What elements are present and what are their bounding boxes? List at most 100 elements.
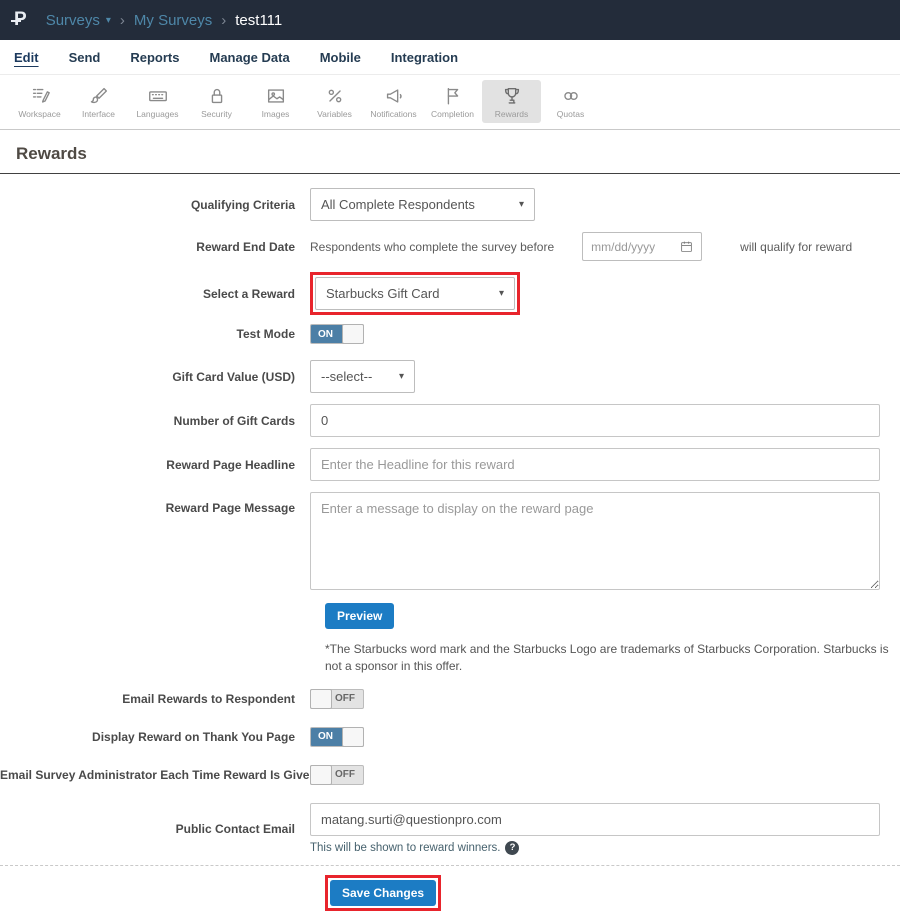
qualifying-criteria-row: Qualifying Criteria All Complete Respond… bbox=[0, 188, 900, 221]
workspace-icon bbox=[29, 85, 51, 107]
main-nav: Edit Send Reports Manage Data Mobile Int… bbox=[0, 40, 900, 75]
toolbar-item-workspace[interactable]: Workspace bbox=[10, 80, 69, 123]
select-reward-select[interactable]: Starbucks Gift Card ▾ bbox=[315, 277, 515, 310]
variables-icon bbox=[324, 85, 346, 107]
email-rewards-toggle[interactable]: OFF bbox=[310, 689, 364, 709]
toolbar-item-rewards[interactable]: Rewards bbox=[482, 80, 541, 123]
chevron-down-icon: ▾ bbox=[399, 371, 404, 382]
preview-row: Preview *The Starbucks word mark and the… bbox=[325, 603, 900, 675]
end-date-input[interactable]: mm/dd/yyyy bbox=[582, 232, 702, 261]
rewards-trophy-icon bbox=[501, 85, 523, 107]
starbucks-disclaimer: *The Starbucks word mark and the Starbuc… bbox=[325, 641, 900, 675]
helper-text: This will be shown to reward winners. bbox=[310, 842, 500, 854]
highlight-box: Save Changes bbox=[325, 875, 441, 911]
public-email-helper: This will be shown to reward winners. ? bbox=[310, 841, 880, 855]
gift-card-value-row: Gift Card Value (USD) --select-- ▾ bbox=[0, 360, 900, 393]
toolbar-item-label: Images bbox=[262, 109, 290, 119]
save-changes-button[interactable]: Save Changes bbox=[330, 880, 436, 906]
toolbar-item-label: Workspace bbox=[18, 109, 60, 119]
tab-edit[interactable]: Edit bbox=[14, 50, 39, 65]
toggle-knob bbox=[310, 765, 332, 785]
help-icon[interactable]: ? bbox=[505, 841, 519, 855]
end-date-suffix-text: will qualify for reward bbox=[740, 240, 852, 254]
edit-toolbar: Workspace Interface Languages Security I… bbox=[0, 75, 900, 130]
toggle-state-label: ON bbox=[318, 731, 333, 742]
gift-card-value-select[interactable]: --select-- ▾ bbox=[310, 360, 415, 393]
reward-page-message-textarea[interactable] bbox=[310, 492, 880, 590]
calendar-icon bbox=[680, 240, 693, 253]
select-reward-label: Select a Reward bbox=[0, 287, 310, 301]
toolbar-item-security[interactable]: Security bbox=[187, 80, 246, 123]
toolbar-item-notifications[interactable]: Notifications bbox=[364, 80, 423, 123]
security-icon bbox=[206, 85, 228, 107]
toolbar-item-interface[interactable]: Interface bbox=[69, 80, 128, 123]
toolbar-item-label: Variables bbox=[317, 109, 352, 119]
display-reward-toggle[interactable]: ON bbox=[310, 727, 364, 747]
number-of-gift-cards-input[interactable] bbox=[310, 404, 880, 437]
public-contact-email-row: Public Contact Email This will be shown … bbox=[0, 803, 900, 855]
toggle-state-label: OFF bbox=[335, 693, 355, 704]
toggle-state-label: ON bbox=[318, 329, 333, 340]
qualifying-criteria-label: Qualifying Criteria bbox=[0, 198, 310, 212]
end-date-prefix-text: Respondents who complete the survey befo… bbox=[310, 240, 554, 254]
email-rewards-label: Email Rewards to Respondent bbox=[0, 692, 310, 706]
toolbar-item-label: Rewards bbox=[495, 109, 529, 119]
save-row: Save Changes bbox=[325, 875, 900, 911]
toggle-knob bbox=[342, 324, 364, 344]
toolbar-item-quotas[interactable]: Quotas bbox=[541, 80, 600, 123]
reward-page-headline-label: Reward Page Headline bbox=[0, 458, 310, 472]
breadcrumb-separator: › bbox=[221, 12, 226, 29]
page-title: Rewards bbox=[16, 144, 900, 164]
reward-end-date-row: Reward End Date Respondents who complete… bbox=[0, 232, 900, 261]
email-admin-toggle[interactable]: OFF bbox=[310, 765, 364, 785]
selected-value: All Complete Respondents bbox=[321, 197, 475, 212]
test-mode-row: Test Mode ON bbox=[0, 324, 900, 344]
images-icon bbox=[265, 85, 287, 107]
highlight-box: Starbucks Gift Card ▾ bbox=[310, 272, 520, 315]
questionpro-logo[interactable]: P bbox=[14, 9, 27, 31]
tab-send[interactable]: Send bbox=[69, 50, 101, 65]
public-contact-email-input[interactable] bbox=[310, 803, 880, 836]
toolbar-item-images[interactable]: Images bbox=[246, 80, 305, 123]
languages-icon bbox=[147, 85, 169, 107]
toolbar-item-completion[interactable]: Completion bbox=[423, 80, 482, 123]
test-mode-label: Test Mode bbox=[0, 327, 310, 341]
gift-card-value-label: Gift Card Value (USD) bbox=[0, 370, 310, 384]
tab-reports[interactable]: Reports bbox=[130, 50, 179, 65]
tab-manage-data[interactable]: Manage Data bbox=[209, 50, 289, 65]
qualifying-criteria-select[interactable]: All Complete Respondents ▾ bbox=[310, 188, 535, 221]
toolbar-item-label: Completion bbox=[431, 109, 474, 119]
topbar: P Surveys ▾ › My Surveys › test111 bbox=[0, 0, 900, 40]
tab-integration[interactable]: Integration bbox=[391, 50, 458, 65]
surveys-menu-label: Surveys bbox=[46, 12, 100, 29]
email-admin-row: Email Survey Administrator Each Time Rew… bbox=[0, 765, 900, 785]
reward-page-headline-row: Reward Page Headline bbox=[0, 448, 900, 481]
chevron-down-icon: ▾ bbox=[106, 15, 111, 26]
breadcrumb-separator: › bbox=[120, 12, 125, 29]
dashed-divider bbox=[0, 865, 900, 866]
reward-page-message-label: Reward Page Message bbox=[0, 492, 310, 515]
preview-button[interactable]: Preview bbox=[325, 603, 394, 629]
chevron-down-icon: ▾ bbox=[519, 199, 524, 210]
notifications-icon bbox=[383, 85, 405, 107]
surveys-menu[interactable]: Surveys ▾ bbox=[46, 12, 111, 29]
date-placeholder: mm/dd/yyyy bbox=[591, 240, 655, 254]
toolbar-item-label: Notifications bbox=[370, 109, 416, 119]
tab-mobile[interactable]: Mobile bbox=[320, 50, 361, 65]
toolbar-item-label: Interface bbox=[82, 109, 115, 119]
breadcrumb-my-surveys[interactable]: My Surveys bbox=[134, 12, 212, 29]
test-mode-toggle[interactable]: ON bbox=[310, 324, 364, 344]
display-reward-row: Display Reward on Thank You Page ON bbox=[0, 727, 900, 747]
interface-icon bbox=[88, 85, 110, 107]
reward-page-message-row: Reward Page Message bbox=[0, 492, 900, 595]
breadcrumb-survey-name: test111 bbox=[235, 12, 282, 29]
reward-page-headline-input[interactable] bbox=[310, 448, 880, 481]
completion-icon bbox=[442, 85, 464, 107]
reward-end-date-label: Reward End Date bbox=[0, 240, 310, 254]
toolbar-item-languages[interactable]: Languages bbox=[128, 80, 187, 123]
toolbar-item-variables[interactable]: Variables bbox=[305, 80, 364, 123]
toggle-knob bbox=[342, 727, 364, 747]
selected-value: --select-- bbox=[321, 369, 372, 384]
rewards-form: Qualifying Criteria All Complete Respond… bbox=[0, 174, 900, 911]
number-of-gift-cards-label: Number of Gift Cards bbox=[0, 414, 310, 428]
